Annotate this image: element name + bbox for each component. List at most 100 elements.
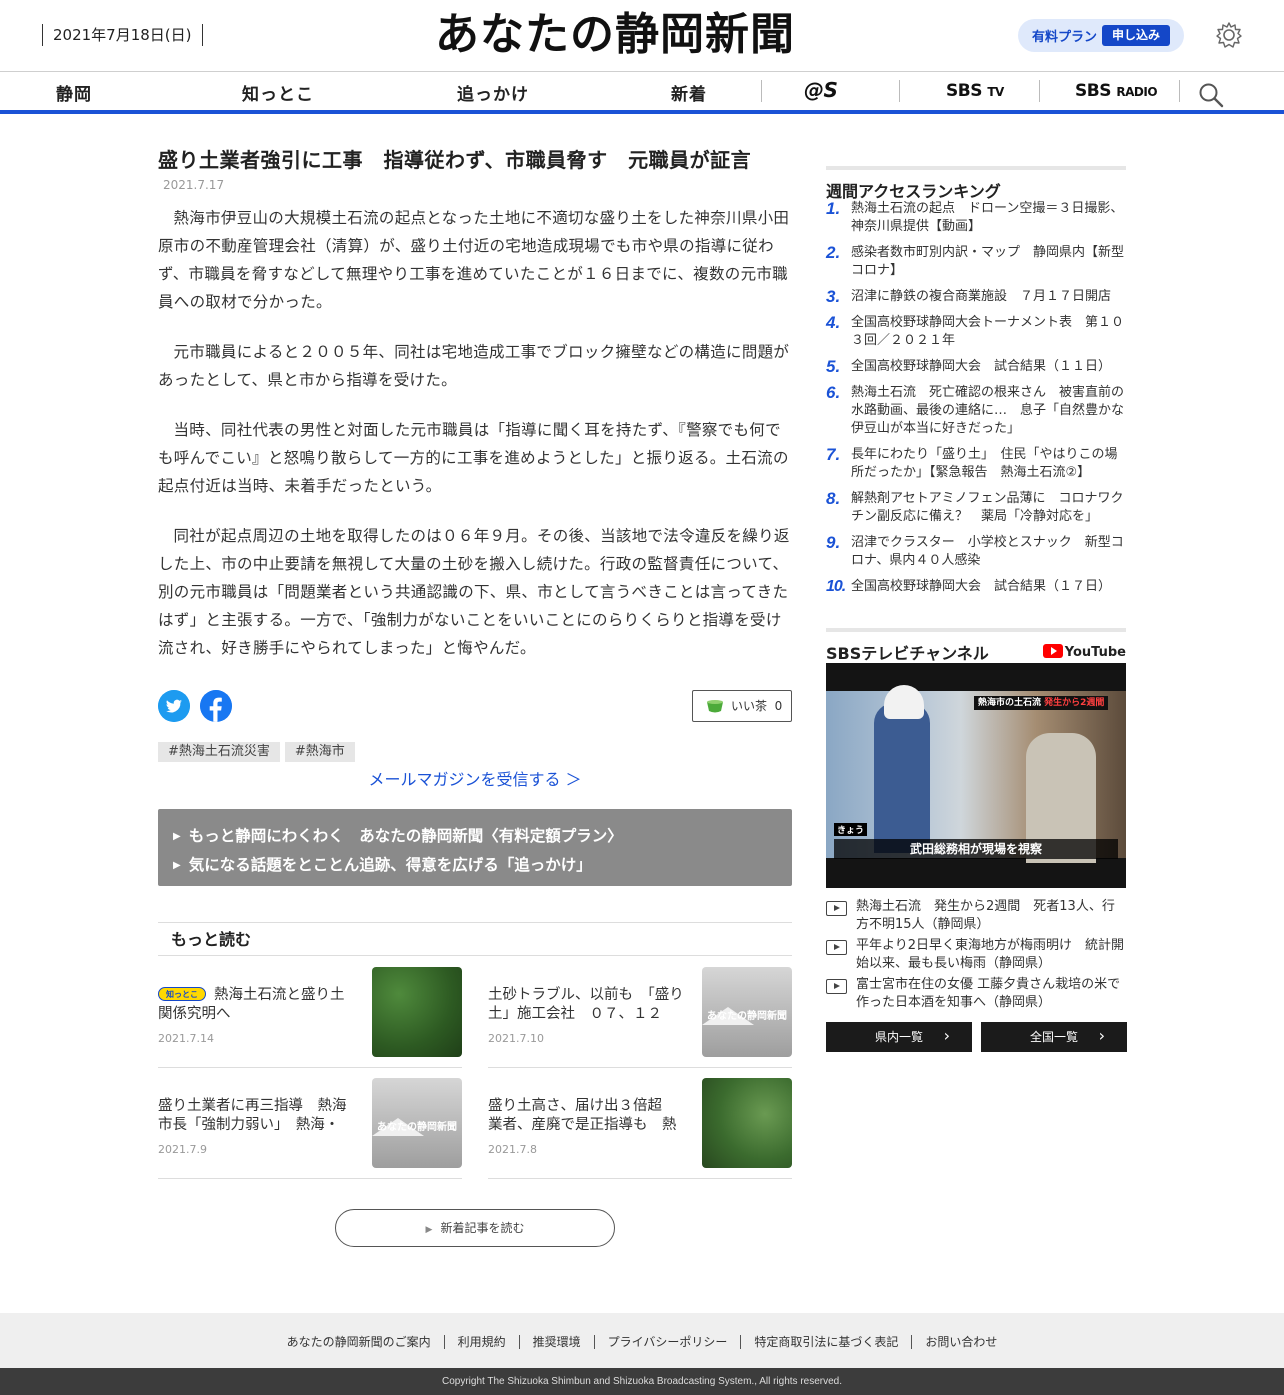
article-paragraph: 当時、同社代表の男性と対面した元市職員は「指導に聞く耳を持たず、『警察でも何でも…	[158, 421, 789, 495]
video-list-item[interactable]: 富士宮市在住の女優 工藤夕貴さん栽培の米で作った日本酒を知事へ（静岡県）	[826, 976, 1126, 1012]
tag-list: #熱海土石流災害 #熱海市	[158, 740, 360, 762]
video-caption-bottom: 武田総務相が現場を視察	[834, 839, 1118, 859]
article-paragraph: 同社が起点周辺の土地を取得したのは０６年９月。その後、当該地で法令違反を繰り返し…	[158, 527, 790, 657]
paid-plan-box[interactable]: 有料プラン 申し込み	[1018, 19, 1184, 52]
good-tea-button[interactable]: いい茶 0	[692, 690, 792, 722]
ranking-number: 8.	[826, 489, 841, 508]
site-header: 2021年7月18日(日) あなたの静岡新聞 有料プラン 申し込み	[0, 0, 1284, 72]
video-icon	[826, 901, 847, 916]
caption-top-text: 熱海市の土石流	[978, 698, 1042, 708]
nav-sbs-radio-logo[interactable]: SBS RADIO	[1075, 81, 1158, 101]
ranking-title: 全国高校野球静岡大会 試合結果（１１日）	[851, 359, 1112, 374]
site-logo[interactable]: あなたの静岡新聞	[420, 6, 810, 64]
nav-item-shizuoka[interactable]: 静岡	[56, 80, 92, 105]
related-article-date: 2021.7.14	[158, 1032, 214, 1045]
ranking-heading: 週間アクセスランキング	[826, 166, 1126, 201]
access-ranking: 週間アクセスランキング 1. 熱海土石流の起点 ドローン空撮＝３日撮影、神奈川県提…	[826, 166, 1126, 604]
sbs-radio-main: SBS	[1075, 81, 1111, 101]
footer-link-privacy[interactable]: プライバシーポリシー	[593, 1335, 741, 1349]
video-icon	[826, 979, 847, 994]
video-icon	[826, 940, 847, 955]
paid-plan-label: 有料プラン	[1032, 30, 1098, 45]
sbs-tv-channel: SBSテレビチャンネル YouTube 熱海市の土石流 発生から2週間 きょう …	[826, 628, 1127, 1052]
ranking-item[interactable]: 9. 沼津でクラスター 小学校とスナック 新型コロナ、県内４０人感染	[826, 534, 1126, 570]
tag[interactable]: #熱海土石流災害	[158, 742, 280, 762]
ranking-title: 沼津でクラスター 小学校とスナック 新型コロナ、県内４０人感染	[851, 535, 1124, 568]
related-article-card[interactable]: 知っとこ 熱海土石流と盛り土 関係究明へ 2021.7.14	[158, 957, 462, 1068]
footer-link-about[interactable]: あなたの静岡新聞のご案内	[274, 1335, 444, 1349]
article-paragraph: 元市職員によると２００５年、同社は宅地造成工事でブロック擁壁などの構造に問題があ…	[158, 343, 790, 389]
footer-link-contact[interactable]: お問い合わせ	[911, 1335, 1011, 1349]
search-icon[interactable]	[1198, 82, 1224, 108]
footer-link-commerce[interactable]: 特定商取引法に基づく表記	[740, 1335, 912, 1349]
related-article-title: 盛り土高さ、届け出３倍超 業者、産廃で是正指導も 熱海…	[488, 1098, 677, 1133]
sbs-tv-sub: TV	[987, 85, 1004, 99]
ranking-item[interactable]: 7. 長年にわたり「盛り土」 住民「やはりこの場所だったか」【緊急報告 熱海土石流…	[826, 446, 1126, 482]
twitter-icon[interactable]	[158, 690, 190, 722]
ranking-item[interactable]: 3. 沼津に静鉄の複合商業施設 ７月１７日開店	[826, 288, 1126, 306]
ranking-title: 解熱剤アセトアミノフェン品薄に コロナワクチン副反応に備え？ 薬局「冷静対応を」	[851, 491, 1124, 524]
video-list-item[interactable]: 熱海土石流 発生から2週間 死者13人、行方不明15人（静岡県）	[826, 898, 1126, 934]
nav-at-s-logo[interactable]: @S	[804, 78, 838, 102]
facebook-icon[interactable]	[200, 690, 232, 722]
gear-icon[interactable]	[1214, 20, 1244, 50]
ranking-number: 10.	[826, 578, 846, 595]
nav-divider	[899, 80, 900, 102]
ranking-item[interactable]: 8. 解熱剤アセトアミノフェン品薄に コロナワクチン副反応に備え？ 薬局「冷静対応…	[826, 490, 1126, 526]
video-player[interactable]: 熱海市の土石流 発生から2週間 きょう 武田総務相が現場を視察	[826, 663, 1126, 888]
ranking-item[interactable]: 1. 熱海土石流の起点 ドローン空撮＝３日撮影、神奈川県提供【動画】	[826, 200, 1126, 236]
footer-link-environment[interactable]: 推奨環境	[518, 1335, 594, 1349]
local-list-button[interactable]: 県内一覧	[826, 1021, 972, 1052]
video-caption-today: きょう	[834, 823, 868, 836]
ranking-item[interactable]: 2. 感染者数市町別内訳・マップ 静岡県内【新型コロナ】	[826, 244, 1126, 280]
mail-magazine-link[interactable]: メールマガジンを受信する ＞	[158, 766, 792, 790]
ranking-title: 感染者数市町別内訳・マップ 静岡県内【新型コロナ】	[851, 245, 1125, 278]
promo-link-okkake[interactable]: 気になる話題をとことん追跡、得意を広げる「追っかけ」	[173, 852, 792, 881]
youtube-text: YouTube	[1064, 645, 1126, 660]
sbs-radio-sub: RADIO	[1116, 85, 1158, 99]
article-body: 熱海市伊豆山の大規模土石流の起点となった土地に不適切な盛り土をした神奈川県小田原…	[158, 204, 792, 662]
video-list-item[interactable]: 平年より2日早く東海地方が梅雨明け 統計開始以来、最も長い梅雨（静岡県）	[826, 937, 1126, 973]
youtube-play-icon	[1042, 644, 1063, 658]
more-to-read: もっと読む	[158, 922, 792, 956]
nav-item-new[interactable]: 新着	[671, 80, 707, 105]
ranking-item[interactable]: 6. 熱海土石流 死亡確認の根来さん 被害直前の水路動画、最後の連絡に… 息子「自…	[826, 384, 1126, 438]
video-title: 富士宮市在住の女優 工藤夕貴さん栽培の米で作った日本酒を知事へ（静岡県）	[856, 977, 1121, 1010]
ranking-item[interactable]: 4. 全国高校野球静岡大会トーナメント表 第１０３回／２０２１年	[826, 314, 1126, 350]
caption-top-accent: 発生から2週間	[1044, 698, 1105, 708]
read-new-articles-button[interactable]: 新着記事を読む	[335, 1209, 615, 1247]
related-article-card[interactable]: 盛り土高さ、届け出３倍超 業者、産廃で是正指導も 熱海… 2021.7.8	[488, 1068, 792, 1179]
video-title: 平年より2日早く東海地方が梅雨明け 統計開始以来、最も長い梅雨（静岡県）	[856, 938, 1125, 971]
good-tea-label: いい茶	[731, 699, 768, 713]
ranking-item[interactable]: 10. 全国高校野球静岡大会 試合結果（１７日）	[826, 578, 1126, 596]
tea-cup-icon	[707, 700, 723, 713]
video-helmet	[884, 685, 924, 719]
more-heading: もっと読む	[158, 922, 792, 956]
nav-item-okkake[interactable]: 追っかけ	[457, 80, 529, 105]
footer-link-terms[interactable]: 利用規約	[443, 1335, 519, 1349]
related-article-title: 土砂トラブル、以前も 「盛り土」施工会社 ０７、１２年…	[488, 987, 684, 1022]
video-title: 熱海土石流 発生から2週間 死者13人、行方不明15人（静岡県）	[856, 899, 1115, 932]
ranking-title: 熱海土石流 死亡確認の根来さん 被害直前の水路動画、最後の連絡に… 息子「自然豊…	[851, 385, 1125, 436]
related-article-card[interactable]: 盛り土業者に再三指導 熱海市長「強制力弱い」 熱海・土… 2021.7.9 あな…	[158, 1068, 462, 1179]
tag[interactable]: #熱海市	[284, 742, 355, 762]
article-paragraph: 熱海市伊豆山の大規模土石流の起点となった土地に不適切な盛り土をした神奈川県小田原…	[158, 209, 790, 311]
promo-link-paid-plan[interactable]: もっと静岡にわくわく あなたの静岡新聞〈有料定額プラン〉	[173, 823, 792, 852]
video-person	[874, 703, 930, 853]
national-list-button[interactable]: 全国一覧	[981, 1021, 1127, 1052]
nav-item-shittoko[interactable]: 知っとこ	[242, 80, 314, 105]
nav-sbs-tv-logo[interactable]: SBS TV	[946, 81, 1004, 101]
related-article-thumbnail: あなたの静岡新聞	[702, 967, 792, 1057]
article: 盛り土業者強引に工事 指導従わず、市職員脅す 元職員が証言 2021.7.17 …	[158, 146, 792, 662]
ranking-title: 長年にわたり「盛り土」 住民「やはりこの場所だったか」【緊急報告 熱海土石流②】	[851, 447, 1118, 480]
ranking-item[interactable]: 5. 全国高校野球静岡大会 試合結果（１１日）	[826, 358, 1126, 376]
related-article-card[interactable]: 土砂トラブル、以前も 「盛り土」施工会社 ０７、１２年… 2021.7.10 あ…	[488, 957, 792, 1068]
sbs-heading-text: SBSテレビチャンネル	[826, 644, 989, 663]
related-article-title: 盛り土業者に再三指導 熱海市長「強制力弱い」 熱海・土…	[158, 1098, 347, 1133]
youtube-logo[interactable]: YouTube	[1042, 644, 1126, 660]
ranking-number: 4.	[826, 313, 841, 332]
sbs-tv-main: SBS	[946, 81, 982, 101]
subscribe-button[interactable]: 申し込み	[1102, 25, 1170, 46]
ranking-list: 1. 熱海土石流の起点 ドローン空撮＝３日撮影、神奈川県提供【動画】 2. 感染者数市…	[826, 200, 1126, 596]
share-bar: いい茶 0	[158, 690, 792, 724]
